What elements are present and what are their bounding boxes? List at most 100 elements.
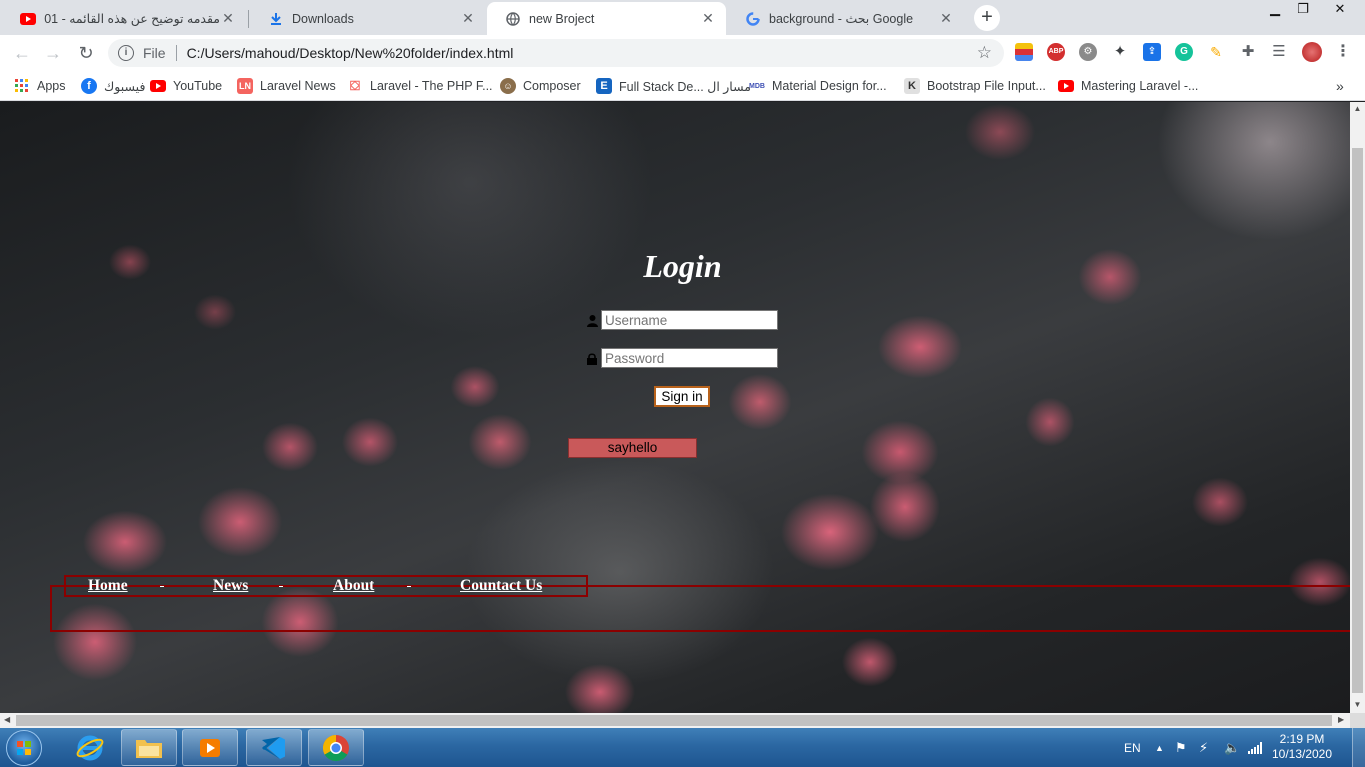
bookmark-material-design[interactable]: MDB Material Design for... <box>749 76 887 96</box>
menu-kebab-icon[interactable]: ⋮ <box>1334 43 1352 61</box>
chrome-icon <box>322 734 349 761</box>
taskbar-internet-explorer[interactable] <box>62 729 118 766</box>
power-icon[interactable]: ⚡ <box>1199 728 1208 767</box>
scroll-down-arrow-icon[interactable]: ▼ <box>1350 700 1365 709</box>
bookmark-label: YouTube <box>173 79 223 93</box>
settings-extension-icon[interactable]: ⚙ <box>1079 43 1097 61</box>
grammarly-icon[interactable]: G <box>1175 43 1193 61</box>
system-clock[interactable]: 2:19 PM 10/13/2020 <box>1270 732 1334 762</box>
nav-link-news[interactable]: News <box>213 577 248 595</box>
scroll-left-arrow-icon[interactable]: ◀ <box>4 715 10 724</box>
more-bookmarks-chevron-icon[interactable]: » <box>1336 76 1344 96</box>
back-button[interactable]: ← <box>10 41 34 65</box>
tab-new-broject[interactable]: new Broject ✕ <box>487 2 726 35</box>
media-player-icon <box>200 738 220 757</box>
bookmark-composer[interactable]: ☺ Composer <box>500 76 581 96</box>
sparkle-extension-icon[interactable]: ✦ <box>1111 43 1129 61</box>
globe-icon <box>505 11 521 27</box>
magic-wand-icon[interactable]: ✎ <box>1207 43 1225 61</box>
taskbar-vscode[interactable] <box>246 729 302 766</box>
tab-title: new Broject <box>529 11 595 26</box>
bookmark-label: Apps <box>37 79 66 93</box>
youtube-icon <box>20 11 36 27</box>
password-input[interactable] <box>601 348 778 368</box>
language-indicator[interactable]: EN <box>1124 728 1141 767</box>
bookmark-full-stack[interactable]: E Full Stack De... مسار ال <box>596 76 751 96</box>
extensions-puzzle-icon[interactable]: ✚ <box>1239 43 1257 61</box>
action-center-flag-icon[interactable]: ⚑ <box>1175 728 1187 767</box>
tab-divider <box>248 10 249 28</box>
bookmark-label: Laravel - The PHP F... <box>370 79 493 93</box>
volume-icon[interactable]: 🔈 <box>1224 728 1240 767</box>
forward-button[interactable]: → <box>41 41 65 65</box>
youtube-icon <box>1058 78 1074 94</box>
bookmark-label: Material Design for... <box>772 79 887 93</box>
show-desktop-button[interactable] <box>1352 728 1365 767</box>
scroll-up-arrow-icon[interactable]: ▲ <box>1350 104 1365 113</box>
taskbar-file-explorer[interactable] <box>121 729 177 766</box>
bookmark-mastering-laravel[interactable]: Mastering Laravel -... <box>1058 76 1198 96</box>
login-title: Login <box>643 248 722 284</box>
bookmark-star-icon[interactable]: ☆ <box>977 43 992 63</box>
clock-date: 10/13/2020 <box>1271 747 1333 761</box>
nav-link-home[interactable]: Home <box>88 577 128 595</box>
adblock-icon[interactable]: ABP <box>1047 43 1065 61</box>
bookmark-laravel-news[interactable]: LN Laravel News <box>237 76 336 96</box>
tab-youtube-video[interactable]: مقدمه توضيح عن هذه القائمه - 001 # be ✕ <box>2 2 246 35</box>
taskbar-media-player[interactable] <box>182 729 238 766</box>
start-button[interactable] <box>6 730 42 766</box>
upload-extension-icon[interactable]: ⇪ <box>1143 43 1161 61</box>
horizontal-scroll-thumb[interactable] <box>16 715 1332 726</box>
address-bar[interactable]: i File C:/Users/mahoud/Desktop/New%20fol… <box>108 39 1004 67</box>
username-row <box>586 310 778 330</box>
close-icon[interactable]: ✕ <box>938 10 954 27</box>
bookmark-facebook[interactable]: f فيسبوك <box>81 76 145 96</box>
bookmark-laravel[interactable]: ⛋ Laravel - The PHP F... <box>347 76 493 96</box>
user-icon <box>586 313 598 327</box>
composer-icon: ☺ <box>500 78 516 94</box>
network-signal-icon[interactable] <box>1248 728 1262 767</box>
bookmark-label: Full Stack De... مسار ال <box>619 79 751 94</box>
close-icon[interactable]: ✕ <box>700 10 716 27</box>
close-icon[interactable]: ✕ <box>460 10 476 27</box>
extension-color-icon[interactable] <box>1015 43 1033 61</box>
bookmark-label: Mastering Laravel -... <box>1081 79 1199 93</box>
tab-google-search[interactable]: background - بحث Google ✕ <box>727 2 964 35</box>
main-nav: Home News About Countact Us <box>64 575 588 597</box>
close-window-button[interactable]: ✕ <box>1322 0 1358 18</box>
horizontal-scrollbar[interactable]: ◀ ▶ <box>0 713 1350 728</box>
nav-link-about[interactable]: About <box>333 577 374 595</box>
scroll-right-arrow-icon[interactable]: ▶ <box>1338 715 1344 724</box>
page-viewport: Login Sign in sayhello Home News About C… <box>0 102 1350 713</box>
bookmark-bootstrap-file-input[interactable]: K Bootstrap File Input... <box>904 76 1046 96</box>
tab-title: Downloads <box>292 11 354 26</box>
profile-avatar[interactable] <box>1302 42 1322 62</box>
site-info-icon[interactable]: i <box>118 45 134 61</box>
tab-title: background - بحث Google <box>769 12 914 26</box>
tab-downloads[interactable]: Downloads ✕ <box>250 2 486 35</box>
password-row <box>586 348 778 368</box>
url-text: C:/Users/mahoud/Desktop/New%20folder/ind… <box>186 45 514 61</box>
sayhello-button[interactable]: sayhello <box>568 438 697 458</box>
scrollbar-corner <box>1350 713 1365 728</box>
media-control-icon[interactable]: ☰ <box>1270 43 1288 61</box>
sign-in-button[interactable]: Sign in <box>654 386 710 407</box>
close-icon[interactable]: ✕ <box>220 10 236 27</box>
nav-link-contact[interactable]: Countact Us <box>460 577 542 595</box>
vertical-scroll-thumb[interactable] <box>1352 148 1363 693</box>
new-tab-button[interactable]: + <box>974 5 1000 31</box>
reload-button[interactable]: ↻ <box>74 41 98 65</box>
taskbar-chrome[interactable] <box>308 729 364 766</box>
browser-toolbar: ← → ↻ i File C:/Users/mahoud/Desktop/New… <box>0 35 1365 71</box>
username-input[interactable] <box>601 310 778 330</box>
bookmark-youtube[interactable]: YouTube <box>150 76 222 96</box>
restore-button[interactable]: ❐ <box>1288 0 1318 18</box>
nav-separator <box>279 586 283 587</box>
apps-grid-icon <box>14 78 30 94</box>
nav-separator <box>407 586 411 587</box>
minimize-button[interactable]: ▁ <box>1260 0 1290 18</box>
laravel-icon: ⛋ <box>350 78 360 93</box>
bookmark-apps[interactable]: Apps <box>14 76 66 96</box>
vertical-scrollbar[interactable]: ▲ ▼ <box>1350 102 1365 713</box>
show-hidden-icons-chevron-icon[interactable]: ▲ <box>1155 728 1164 767</box>
